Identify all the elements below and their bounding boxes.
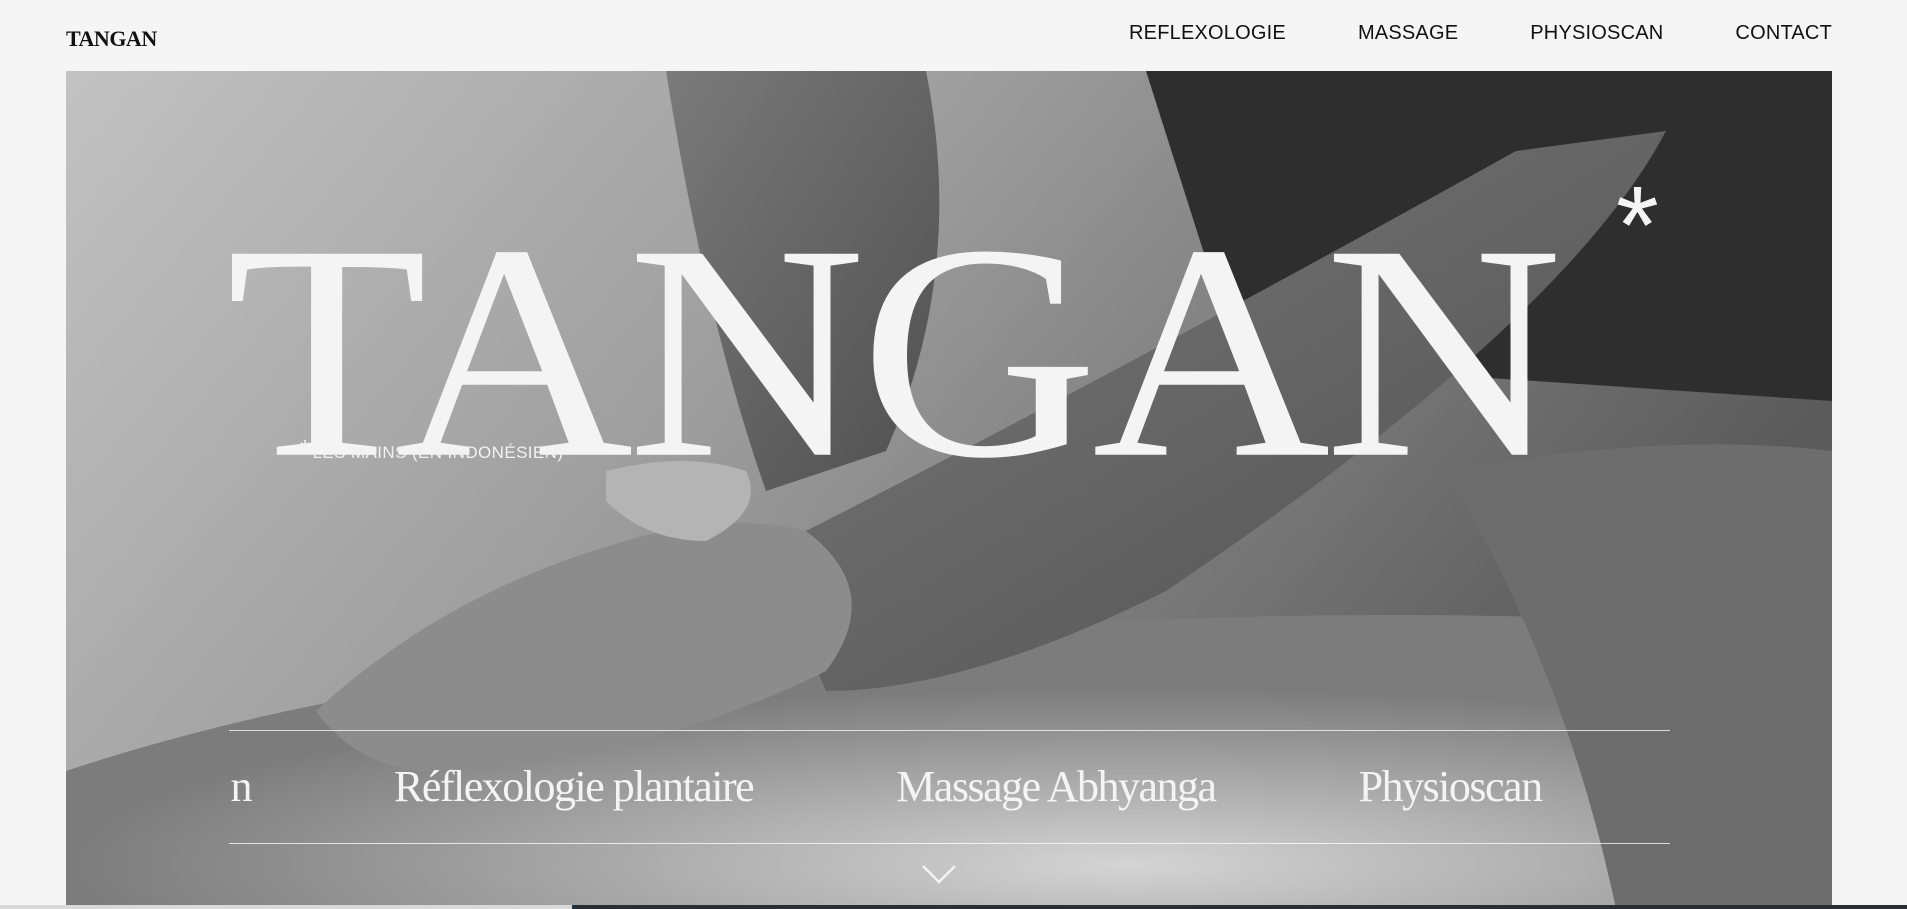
subtitle-text: LES MAINS (EN INDONÉSIEN) [312, 443, 564, 462]
nav-link-massage[interactable]: MASSAGE [1358, 20, 1458, 47]
service-physioscan[interactable]: Physioscan [1359, 731, 1544, 843]
site-header: TANGAN REFLEXOLOGIE MASSAGE PHYSIOSCAN C… [0, 0, 1907, 71]
nav-link-contact[interactable]: CONTACT [1735, 20, 1832, 47]
scroll-progress-fill [0, 905, 573, 909]
service-massage-abhyanga[interactable]: Massage Abhyanga [896, 731, 1217, 843]
service-reflexologie-plantaire[interactable]: Réflexologie plantaire [394, 731, 755, 843]
subtitle-asterisk: * [300, 434, 311, 464]
hero-asterisk: * [1616, 164, 1659, 287]
site-logo[interactable]: TANGAN [66, 26, 157, 52]
nav-link-reflexologie[interactable]: REFLEXOLOGIE [1129, 20, 1286, 47]
scroll-progress-bar [0, 905, 1907, 909]
hero-subtitle: * LES MAINS (EN INDONÉSIEN) [300, 434, 564, 474]
services-marquee: n Réflexologie plantaire Massage Abhyang… [229, 730, 1670, 844]
hero-section: TANGAN * * LES MAINS (EN INDONÉSIEN) n Ré… [66, 71, 1832, 909]
service-partial[interactable]: n [231, 731, 253, 843]
scroll-down-button[interactable] [919, 862, 959, 886]
nav-link-physioscan[interactable]: PHYSIOSCAN [1530, 20, 1663, 47]
services-track: n Réflexologie plantaire Massage Abhyang… [231, 731, 1671, 843]
main-nav: REFLEXOLOGIE MASSAGE PHYSIOSCAN CONTACT [1129, 20, 1832, 47]
chevron-down-icon [922, 865, 956, 884]
